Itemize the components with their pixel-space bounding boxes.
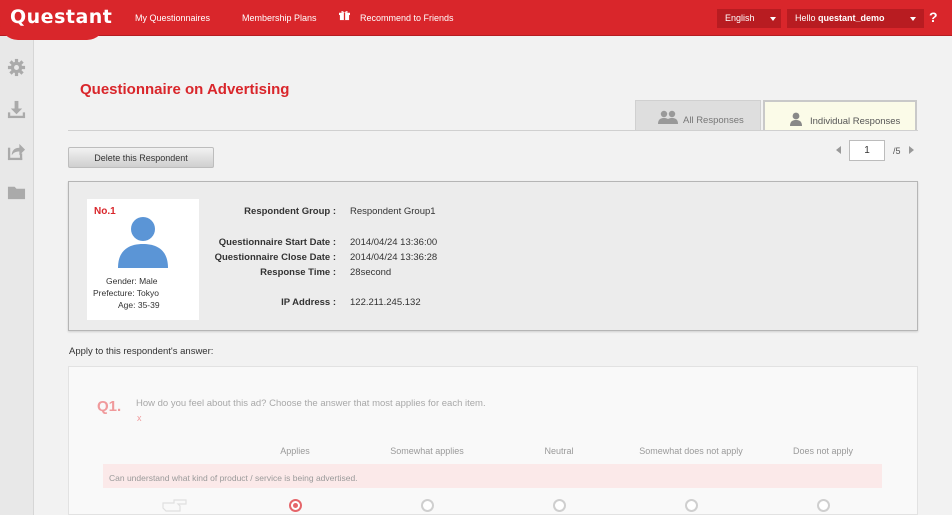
apply-answer-label: Apply to this respondent's answer: [69, 346, 214, 357]
username: questant_demo [818, 13, 885, 23]
ip-address-label: IP Address : [281, 297, 336, 308]
gift-icon[interactable] [339, 10, 350, 21]
required-mark: x [137, 413, 142, 423]
close-date-value: 2014/04/24 13:36:28 [350, 252, 438, 263]
response-time-label: Response Time : [260, 267, 336, 278]
delete-respondent-button[interactable]: Delete this Respondent [68, 147, 214, 168]
logo-tab[interactable]: Questant [0, 0, 112, 40]
nav-membership-plans[interactable]: Membership Plans [242, 13, 317, 23]
previous-icon[interactable] [836, 146, 841, 154]
nav-recommend-to-friends[interactable]: Recommend to Friends [360, 13, 454, 23]
column-header-neutral: Neutral [544, 446, 574, 456]
response-time-value: 28second [350, 267, 392, 278]
column-header-does-not-apply: Does not apply [792, 446, 854, 456]
radio-does-not-apply[interactable] [817, 499, 830, 512]
column-header-somewhat-applies: Somewhat applies [390, 446, 464, 456]
page-number-input[interactable]: 1 [849, 140, 885, 161]
language-value: English [725, 13, 755, 23]
tab-individual-responses-label: Individual Responses [810, 116, 901, 127]
close-date-label: Questionnaire Close Date : [214, 252, 336, 263]
radio-applies[interactable] [289, 499, 302, 512]
start-date-value: 2014/04/24 13:36:00 [350, 237, 438, 248]
radio-somewhat-applies[interactable] [421, 499, 434, 512]
person-icon [790, 112, 802, 126]
divider [68, 130, 918, 131]
chevron-down-icon [770, 17, 776, 21]
tab-individual-responses[interactable]: Individual Responses [763, 100, 917, 131]
download-icon[interactable] [7, 100, 26, 119]
tab-all-responses-label: All Responses [683, 115, 744, 126]
question-text: How do you feel about this ad? Choose th… [136, 398, 486, 409]
pointing-hand-icon [162, 499, 187, 512]
chevron-down-icon [910, 17, 916, 21]
respondent-group-label: Respondent Group : [244, 206, 336, 217]
group-icon [658, 110, 678, 124]
row-label: Can understand what kind of product / se… [109, 473, 358, 483]
next-icon[interactable] [909, 146, 914, 154]
radio-neutral[interactable] [553, 499, 566, 512]
question-number: Q1. [97, 398, 122, 415]
greeting-prefix: Hello [795, 13, 816, 23]
column-header-somewhat-does-not-apply: Somewhat does not apply [639, 446, 743, 456]
respondent-group-value: Respondent Group1 [350, 206, 436, 217]
radio-somewhat-does-not-apply[interactable] [685, 499, 698, 512]
folder-icon[interactable] [7, 183, 26, 202]
ip-address-value: 122.211.245.132 [350, 297, 421, 308]
column-header-applies: Applies [280, 446, 310, 456]
start-date-label: Questionnaire Start Date : [218, 237, 336, 248]
nav-my-questionnaires[interactable]: My Questionnaires [135, 13, 210, 23]
language-select[interactable]: English [717, 9, 781, 28]
gear-icon[interactable] [7, 58, 26, 77]
help-icon[interactable]: ? [929, 9, 938, 25]
question-panel [68, 366, 918, 515]
page-title: Questionnaire on Advertising [80, 81, 290, 98]
respondent-number: No.1 [94, 206, 116, 217]
page-total: /5 [893, 146, 901, 156]
share-icon[interactable] [7, 142, 26, 161]
tab-all-responses[interactable]: All Responses [635, 100, 761, 131]
questant-logo[interactable]: Questant [10, 6, 112, 28]
user-menu[interactable]: Hello questant_demo [787, 9, 924, 28]
